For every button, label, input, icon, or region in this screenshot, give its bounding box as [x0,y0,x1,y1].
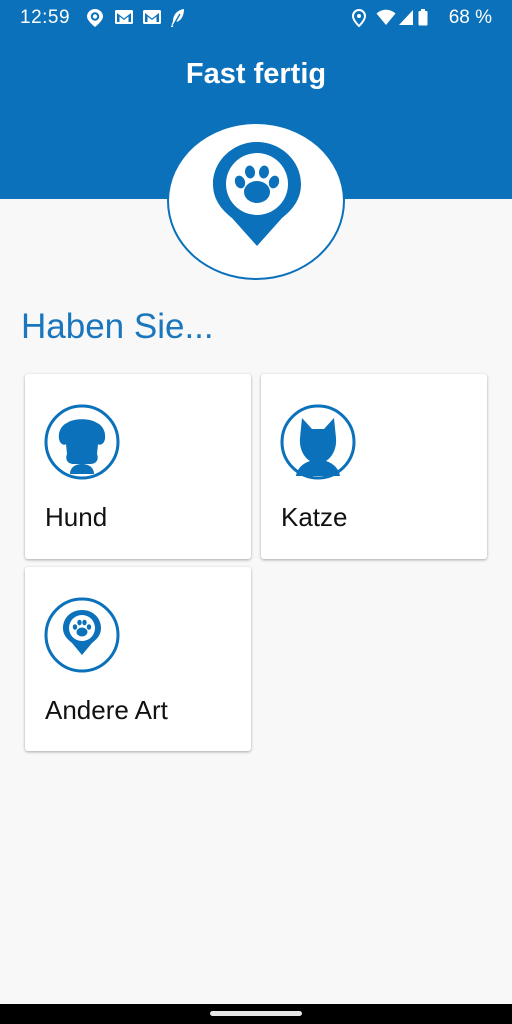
location-icon [352,9,366,27]
option-card-cat[interactable]: Katze [261,374,487,559]
status-time: 12:59 [20,7,71,28]
paw-pin-icon [44,597,120,673]
cat-icon [280,404,356,480]
battery-icon [418,9,428,26]
battery-percentage: 68 % [448,7,492,28]
gmail-icon [115,10,133,24]
signal-icon [399,10,413,25]
system-status: 68 % [352,7,492,29]
status-bar: 12:59 68 % [0,0,512,36]
logo-badge [167,122,345,280]
option-label-dog: Hund [45,502,108,532]
option-label-cat: Katze [281,502,348,532]
page-title: Fast fertig [185,58,327,90]
pokemon-go-icon [87,9,103,27]
option-label-other: Andere Art [45,695,168,725]
home-gesture-handle[interactable] [210,1011,302,1016]
gmail-icon [143,10,161,24]
wifi-icon [376,9,396,25]
feather-icon [171,9,184,27]
navigation-bar [0,1004,512,1024]
option-card-other[interactable]: Andere Art [25,567,251,751]
paw-pin-icon [213,142,301,246]
dog-icon [44,404,120,480]
option-card-dog[interactable]: Hund [25,374,251,559]
section-heading: Haben Sie... [21,307,214,346]
